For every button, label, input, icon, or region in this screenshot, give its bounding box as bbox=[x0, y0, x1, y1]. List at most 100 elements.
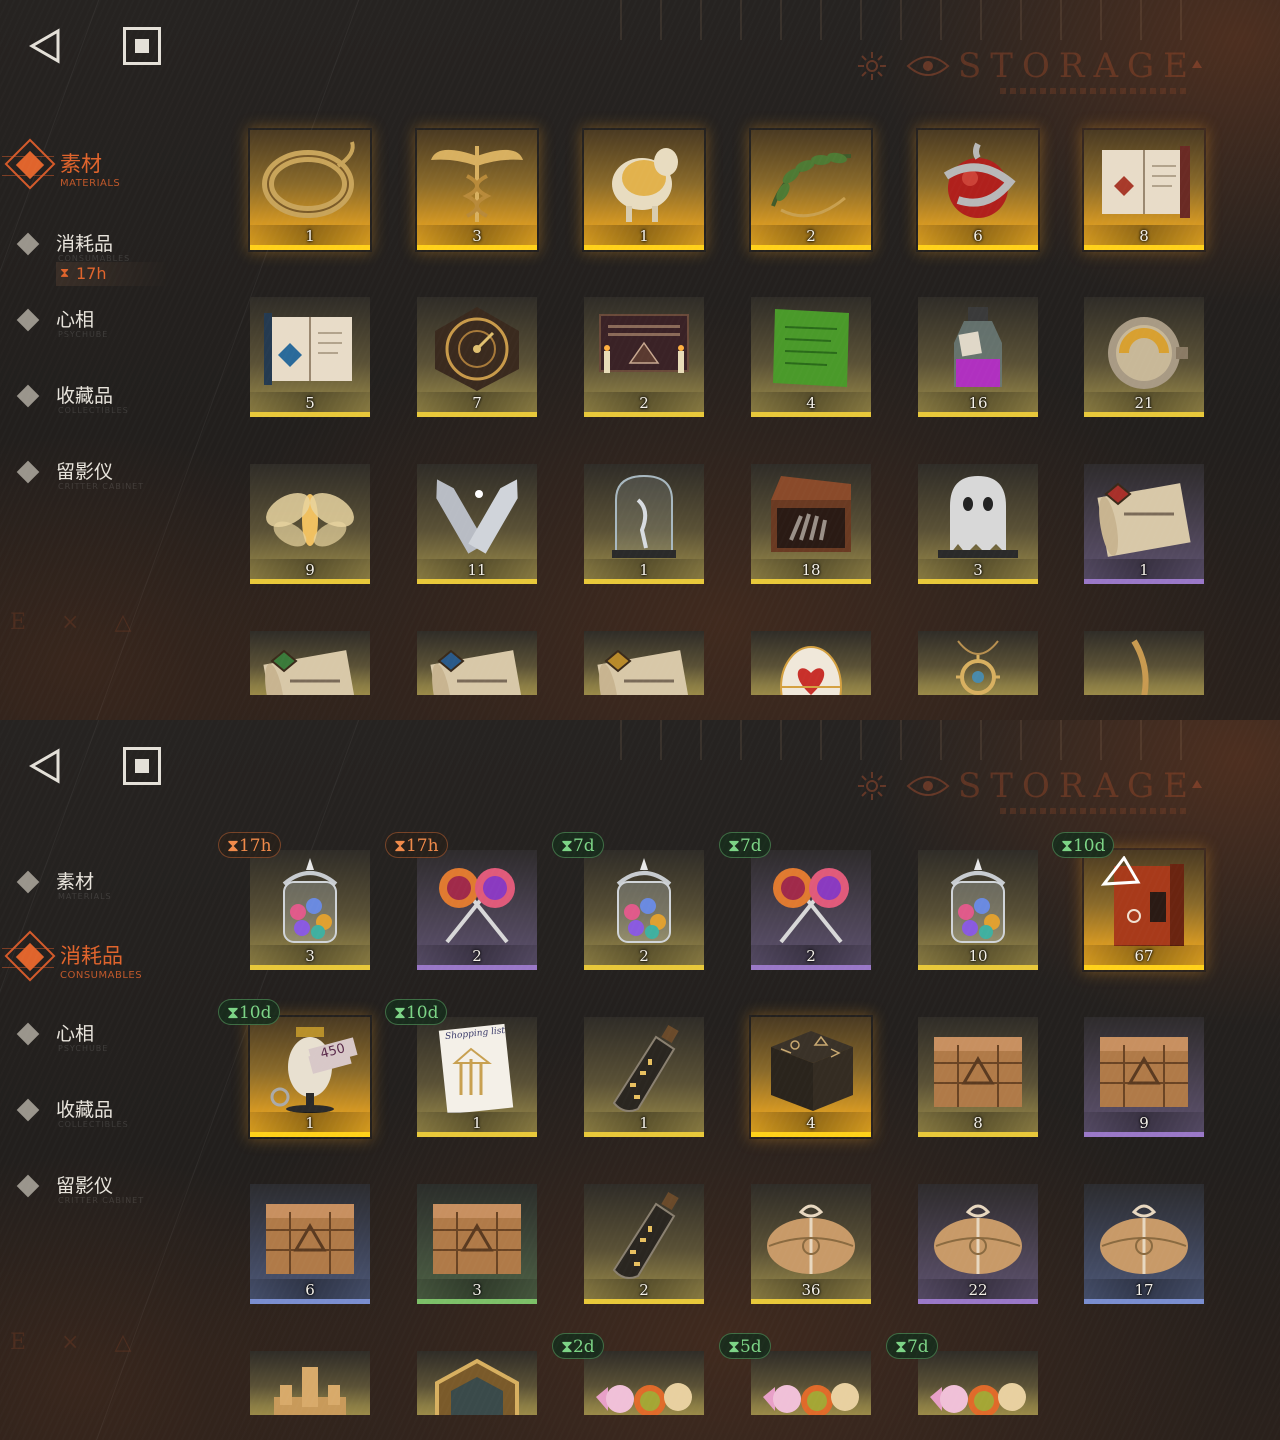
home-button[interactable] bbox=[123, 747, 161, 785]
nav-tab-collectibles[interactable]: 收藏品 COLLECTIBLES bbox=[0, 376, 200, 420]
expiry-time: 10d bbox=[238, 1003, 272, 1023]
item-slot-golden-sheep[interactable]: 1 bbox=[584, 130, 704, 250]
triangle-icon bbox=[1192, 780, 1202, 788]
item-count: 9 bbox=[305, 561, 315, 579]
item-slot-paper-parcel[interactable]: 17 bbox=[1084, 1184, 1204, 1304]
item-slot-lollipops[interactable]: 2 ⧗17h bbox=[385, 832, 537, 970]
rarity-bar bbox=[584, 579, 704, 584]
rarity-bar bbox=[918, 1299, 1038, 1304]
item-count: 7 bbox=[472, 394, 482, 412]
item-slot-jeweled-egg[interactable] bbox=[751, 631, 871, 695]
expiry-time: 7d bbox=[739, 836, 762, 856]
storage-screen-materials: STORAGE 素材 MATERIALS 消耗品 CONSUMABLES 心相 PSYCH… bbox=[0, 0, 1280, 720]
item-slot-candy-jar[interactable]: 2 ⧗7d bbox=[552, 832, 704, 970]
nav-tab-sublabel: MATERIALS bbox=[58, 892, 112, 901]
item-slot-paper-parcel[interactable]: 22 bbox=[918, 1184, 1038, 1304]
item-slot-mannequin[interactable]: 1 450 ⧗10d bbox=[218, 999, 370, 1137]
diamond-icon bbox=[16, 870, 40, 894]
item-slot-stopwatch[interactable]: 21 bbox=[1084, 297, 1204, 417]
rarity-bar bbox=[250, 1132, 370, 1137]
item-slot-scroll-green-seal[interactable] bbox=[250, 631, 370, 695]
nav-tab-critter-cabinet[interactable]: 留影仪 CRITTER CABINET bbox=[0, 452, 200, 496]
rarity-bar bbox=[584, 412, 704, 417]
rarity-bar bbox=[918, 965, 1038, 970]
item-slot-ouija-board[interactable]: 2 bbox=[584, 297, 704, 417]
item-slot-potion-bottle[interactable]: 16 bbox=[918, 297, 1038, 417]
item-count: 1 bbox=[639, 1114, 649, 1132]
eye-icon bbox=[906, 56, 950, 76]
item-slot-wrapped-candies[interactable]: ⧗2d bbox=[552, 1333, 704, 1415]
home-button[interactable] bbox=[123, 27, 161, 65]
rarity-bar bbox=[1084, 1299, 1204, 1304]
rarity-bar bbox=[918, 245, 1038, 250]
item-slot-bell-jar[interactable]: 1 bbox=[584, 464, 704, 584]
item-slot-rune-book[interactable]: 67 ⧗10d bbox=[1052, 832, 1204, 970]
item-slot-treasure-chest-hand[interactable]: 18 bbox=[751, 464, 871, 584]
expiry-timer-badge: ⧗17h bbox=[218, 832, 281, 858]
nav-tab-label: 收藏品 bbox=[56, 385, 114, 407]
nav-tab-consumables[interactable]: 消耗品 CONSUMABLES bbox=[0, 930, 200, 982]
nav-tab-psychube[interactable]: 心相 PSYCHUBE bbox=[0, 1014, 200, 1058]
item-count: 1 bbox=[639, 227, 649, 245]
hourglass-icon: ⧗ bbox=[60, 266, 70, 281]
item-slot-candy-jar[interactable]: 3 ⧗17h bbox=[218, 832, 370, 970]
item-slot-rune-cube[interactable]: 4 bbox=[751, 1017, 871, 1137]
item-slot-scroll-red-seal[interactable]: 1 bbox=[1084, 464, 1204, 584]
item-count: 3 bbox=[973, 561, 983, 579]
item-slot-wooden-crate[interactable]: 9 bbox=[1084, 1017, 1204, 1137]
item-count: 4 bbox=[806, 1114, 816, 1132]
item-slot-paper-parcel[interactable]: 36 bbox=[751, 1184, 871, 1304]
item-slot-glowing-moth[interactable]: 9 bbox=[250, 464, 370, 584]
item-slot-sand-castle[interactable] bbox=[250, 1351, 370, 1415]
item-slot-caduceus[interactable]: 3 bbox=[417, 130, 537, 250]
item-slot-wrapped-candies[interactable]: ⧗5d bbox=[719, 1333, 871, 1415]
nav-tab-psychube[interactable]: 心相 PSYCHUBE bbox=[0, 300, 200, 344]
back-arrow-icon[interactable] bbox=[28, 28, 64, 64]
item-slot-scroll-gold-seal[interactable] bbox=[584, 631, 704, 695]
item-slot-red-spellbook[interactable]: 8 bbox=[1084, 130, 1204, 250]
diamond-icon bbox=[16, 232, 40, 256]
back-arrow-icon[interactable] bbox=[28, 748, 64, 784]
item-count: 3 bbox=[472, 227, 482, 245]
item-slot-message-bottle[interactable]: 2 bbox=[584, 1184, 704, 1304]
item-slot-hex-emblem[interactable] bbox=[417, 1351, 537, 1415]
item-slot-message-bottle[interactable]: 1 bbox=[584, 1017, 704, 1137]
item-slot-green-tablet[interactable]: 4 bbox=[751, 297, 871, 417]
hourglass-icon: ⧗ bbox=[394, 836, 406, 856]
item-slot-astrolabe[interactable]: 7 bbox=[417, 297, 537, 417]
item-slot-amulet-necklace[interactable] bbox=[918, 631, 1038, 695]
triangle-icon bbox=[1192, 60, 1202, 68]
item-slot-apple-serpent[interactable]: 6 bbox=[918, 130, 1038, 250]
item-count: 2 bbox=[806, 947, 816, 965]
item-slot-silver-bullets[interactable]: 11 bbox=[417, 464, 537, 584]
item-slot-wooden-crate[interactable]: 8 bbox=[918, 1017, 1038, 1137]
rarity-bar bbox=[417, 245, 537, 250]
nav-tab-critter-cabinet[interactable]: 留影仪 CRITTER CABINET bbox=[0, 1166, 200, 1210]
nav-tab-label: 收藏品 bbox=[56, 1099, 114, 1121]
nav-tab-sublabel: PSYCHUBE bbox=[58, 1044, 109, 1053]
item-slot-bracelet[interactable]: 1 bbox=[250, 130, 370, 250]
item-slot-wooden-crate[interactable]: 6 bbox=[250, 1184, 370, 1304]
item-slot-wooden-crate[interactable]: 3 bbox=[417, 1184, 537, 1304]
sun-icon bbox=[858, 52, 886, 80]
rarity-bar bbox=[918, 579, 1038, 584]
expiry-time: 17h bbox=[76, 264, 107, 283]
item-slot-shopping-list[interactable]: 1 Shopping list ⧗10d bbox=[385, 999, 537, 1137]
hourglass-icon: ⧗ bbox=[227, 1003, 239, 1023]
eye-icon bbox=[906, 776, 950, 796]
item-slot-laurel-wreath[interactable]: 2 bbox=[751, 130, 871, 250]
expiry-timer-badge: ⧗7d bbox=[552, 832, 604, 858]
nav-tab-materials[interactable]: 素材 MATERIALS bbox=[0, 138, 200, 190]
item-slot-scroll-blue-seal[interactable] bbox=[417, 631, 537, 695]
rarity-bar bbox=[250, 965, 370, 970]
nav-tab-materials[interactable]: 素材 MATERIALS bbox=[0, 862, 200, 906]
item-slot-candy-jar[interactable]: 10 bbox=[918, 850, 1038, 970]
item-slot-chain-ornament[interactable] bbox=[1084, 631, 1204, 695]
item-slot-ghost-sheet[interactable]: 3 bbox=[918, 464, 1038, 584]
item-count: 36 bbox=[801, 1281, 821, 1299]
item-slot-blue-spellbook[interactable]: 5 bbox=[250, 297, 370, 417]
item-slot-lollipops[interactable]: 2 ⧗7d bbox=[719, 832, 871, 970]
hourglass-icon: ⧗ bbox=[561, 836, 573, 856]
item-slot-wrapped-candies[interactable]: ⧗7d bbox=[886, 1333, 1038, 1415]
nav-tab-collectibles[interactable]: 收藏品 COLLECTIBLES bbox=[0, 1090, 200, 1134]
